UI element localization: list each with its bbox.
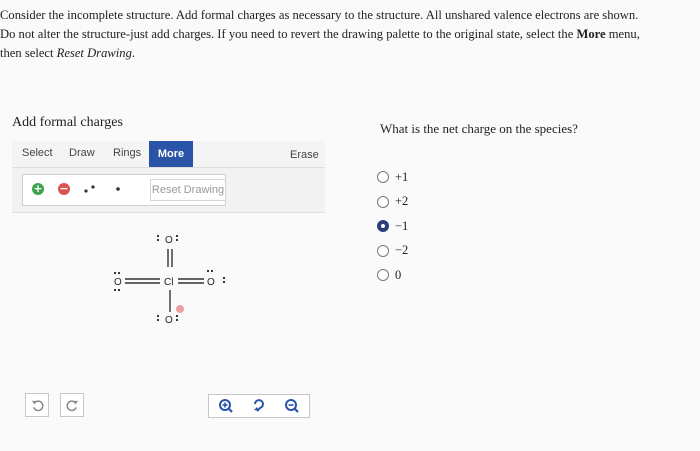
- option-label: −1: [395, 218, 409, 233]
- option-label: 0: [395, 267, 402, 282]
- option-label: −2: [395, 243, 409, 258]
- option-plus-2[interactable]: +2: [377, 190, 408, 215]
- drawing-toolbar: Select Draw Rings More Erase: [12, 141, 325, 168]
- minus-charge-icon: −: [58, 182, 70, 195]
- add-positive-charge-button[interactable]: +: [27, 179, 49, 199]
- erase-button[interactable]: Erase: [290, 149, 319, 161]
- reset-drawing-button[interactable]: Reset Drawing: [150, 179, 226, 201]
- tab-more[interactable]: More: [149, 141, 193, 167]
- add-negative-charge-button[interactable]: −: [53, 179, 75, 199]
- atom-top-oxygen: O: [165, 235, 173, 246]
- prompt-line-1: Consider the incomplete structure. Add f…: [0, 8, 639, 22]
- prompt-line-3: then select Reset Drawing.: [0, 46, 136, 60]
- atom-right-oxygen: O: [207, 277, 215, 288]
- zoom-controls: [208, 394, 310, 418]
- tab-select[interactable]: Select: [22, 147, 53, 159]
- radio-minus-2[interactable]: [377, 244, 389, 257]
- more-emphasis: More: [576, 27, 606, 41]
- option-minus-2[interactable]: −2: [377, 239, 408, 264]
- plus-charge-icon: +: [32, 182, 44, 195]
- electron-pair-icon: [84, 185, 95, 193]
- option-label: +1: [395, 169, 409, 184]
- atom-left-oxygen: O: [114, 277, 122, 288]
- single-electron-icon: [116, 187, 120, 191]
- radio-plus-1[interactable]: [377, 171, 389, 184]
- radio-zero[interactable]: [377, 269, 389, 282]
- option-plus-1[interactable]: +1: [377, 165, 408, 190]
- option-minus-1[interactable]: −1: [377, 214, 408, 239]
- drawing-palette: + − Reset Drawing: [12, 168, 325, 213]
- redo-icon: [66, 399, 78, 411]
- add-single-electron-button[interactable]: [107, 179, 129, 199]
- option-zero[interactable]: 0: [377, 263, 408, 288]
- reset-zoom-button[interactable]: [242, 395, 275, 417]
- zoom-out-icon: [284, 399, 299, 413]
- question-prompt: Consider the incomplete structure. Add f…: [0, 6, 700, 63]
- tab-draw[interactable]: Draw: [69, 147, 95, 159]
- palette-tools: + − Reset Drawing: [22, 174, 226, 206]
- redo-button[interactable]: [60, 393, 84, 417]
- radio-plus-2[interactable]: [377, 195, 389, 208]
- reset-drawing-emphasis: Reset Drawing: [56, 46, 132, 60]
- radio-minus-1-selected[interactable]: [377, 220, 389, 233]
- negative-charge-marker[interactable]: [176, 305, 184, 313]
- zoom-in-button[interactable]: [209, 395, 242, 417]
- add-radical-pair-button[interactable]: [79, 179, 101, 199]
- undo-icon: [31, 399, 43, 411]
- atom-center-chlorine: Cl: [164, 277, 173, 288]
- option-label: +2: [395, 194, 409, 209]
- prompt-line-2: Do not alter the structure-just add char…: [0, 27, 640, 41]
- undo-button[interactable]: [25, 393, 49, 417]
- atom-bottom-oxygen: O: [165, 315, 173, 324]
- zoom-in-icon: [218, 399, 233, 413]
- panel-title: Add formal charges: [12, 115, 123, 130]
- zoom-out-button[interactable]: [275, 395, 308, 417]
- reset-zoom-icon: [253, 399, 264, 412]
- net-charge-question: What is the net charge on the species?: [380, 121, 578, 136]
- molecule-canvas: O Cl O O O: [113, 234, 226, 324]
- answer-options: +1 +2 −1 −2 0: [377, 165, 408, 288]
- tab-rings[interactable]: Rings: [113, 147, 141, 159]
